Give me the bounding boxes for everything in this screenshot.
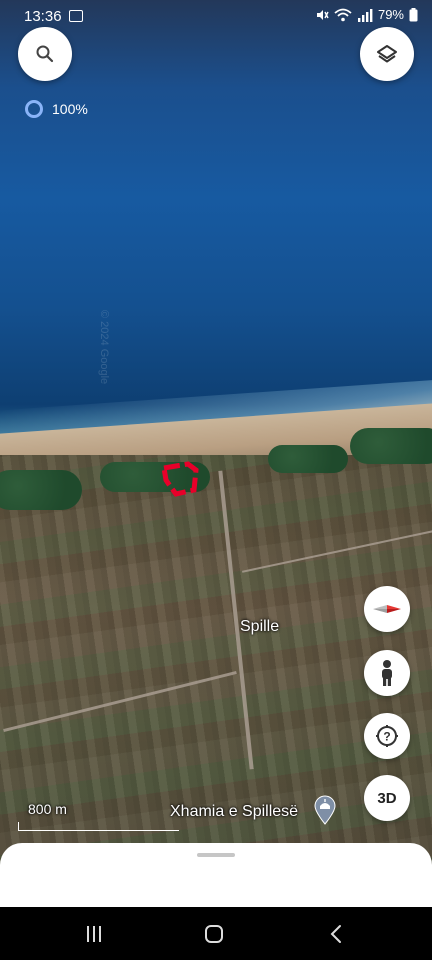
back-icon (330, 925, 341, 943)
forest-patch (0, 470, 82, 510)
progress-ring-icon (25, 100, 43, 118)
signal-icon (357, 8, 373, 22)
forest-patch (268, 445, 348, 473)
compass-button[interactable] (364, 586, 410, 632)
highlighted-area-icon[interactable] (160, 460, 202, 498)
sheet-drag-handle[interactable] (197, 853, 235, 857)
battery-percent: 79% (377, 7, 404, 22)
map-watermark: © 2024 Google (98, 310, 110, 385)
help-button[interactable]: ? (364, 713, 410, 759)
search-button[interactable] (18, 27, 72, 81)
system-nav-bar (0, 907, 432, 960)
place-label[interactable]: Spille (240, 618, 279, 636)
three-d-button[interactable]: 3D (364, 775, 410, 821)
scale-label: 800 m (28, 801, 67, 817)
mute-icon (316, 9, 329, 20)
svg-text:?: ? (383, 730, 390, 744)
poi-label[interactable]: Xhamia e Spillesë (170, 803, 298, 821)
back-button[interactable] (321, 921, 351, 947)
bottom-sheet[interactable] (0, 843, 432, 907)
status-time: 13:36 (24, 8, 62, 25)
recents-button[interactable] (79, 921, 109, 947)
home-icon (205, 925, 223, 943)
poi-marker[interactable] (313, 795, 337, 830)
wifi-icon (334, 8, 352, 21)
help-icon: ? (376, 725, 398, 747)
recents-icon (87, 926, 101, 942)
layers-icon (377, 45, 397, 63)
street-view-button[interactable] (364, 650, 410, 696)
load-progress-text: 100% (52, 101, 88, 117)
forest-patch (350, 428, 432, 464)
battery-icon (409, 7, 418, 21)
pegman-icon (382, 660, 392, 686)
status-bar: 13:36 79% (0, 0, 432, 32)
three-d-label: 3D (377, 789, 397, 807)
load-progress: 100% (25, 100, 88, 118)
layers-button[interactable] (360, 27, 414, 81)
scale-bar (18, 822, 179, 831)
gallery-icon (69, 10, 83, 22)
mosque-pin-icon (314, 795, 336, 825)
compass-icon (373, 605, 401, 613)
search-icon (36, 45, 54, 63)
home-button[interactable] (199, 921, 229, 947)
